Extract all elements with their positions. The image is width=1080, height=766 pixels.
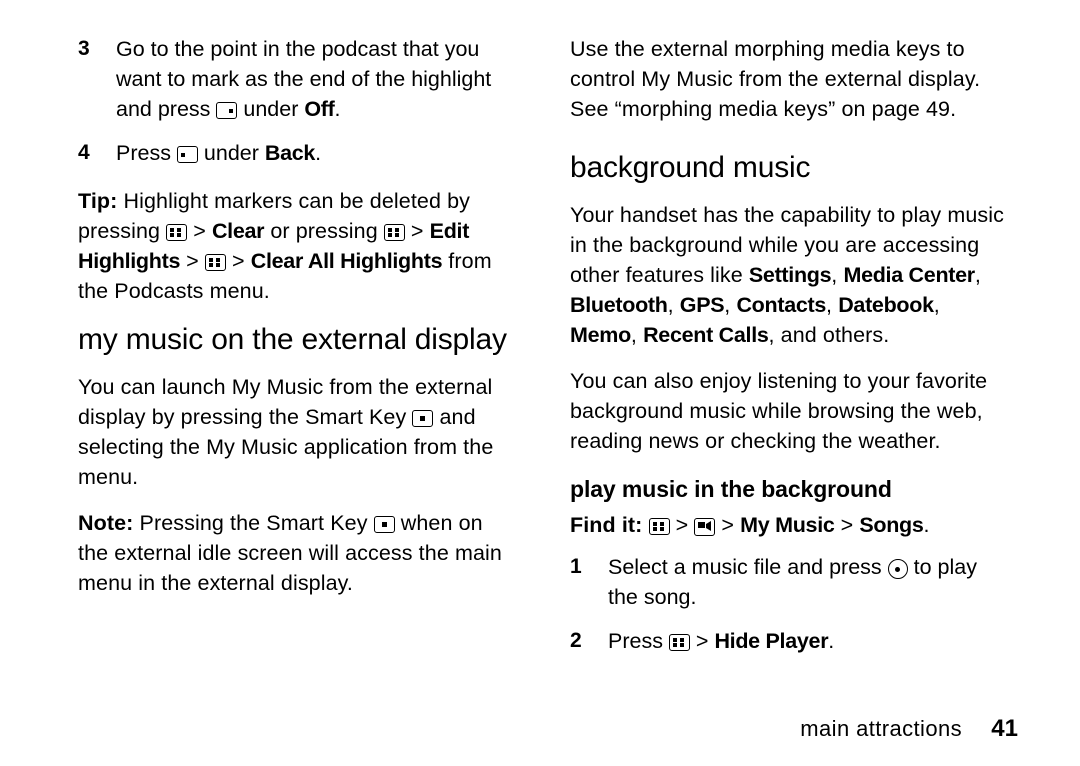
step-3-number: 3	[78, 37, 90, 60]
smart-key-icon	[412, 410, 434, 427]
step-4-number: 4	[78, 141, 90, 164]
feature-contacts: Contacts	[736, 293, 827, 317]
step-3-text-b: under	[237, 97, 305, 121]
tip-text-d: >	[404, 219, 430, 243]
heading-background-music: background music	[570, 151, 811, 184]
manual-page: 3 Go to the point in the podcast that yo…	[0, 0, 1080, 766]
page-footer: main attractions 41	[0, 710, 1080, 742]
feature-bluetooth: Bluetooth	[570, 293, 668, 317]
paragraph-external-morphing-keys: Use the external morphing media keys to …	[570, 37, 981, 121]
tip-text-f: >	[225, 249, 251, 273]
feature-settings: Settings	[748, 263, 832, 287]
menu-key-icon	[668, 634, 690, 651]
tip-bold-clear-all-highlights: Clear All Highlights	[250, 249, 443, 273]
left-column: 3 Go to the point in the podcast that yo…	[78, 34, 518, 614]
step-2-bold-hide-player: Hide Player	[714, 629, 829, 653]
step-3-bold-off: Off	[304, 97, 335, 121]
step-4-text-a: Press	[116, 141, 177, 165]
find-it-songs: Songs	[859, 513, 924, 537]
heading-my-music-external-display: my music on the external display	[78, 323, 507, 356]
media-center-icon	[694, 518, 716, 536]
tip-text-c: or pressing	[264, 219, 384, 243]
footer-page-number: 41	[991, 715, 1018, 742]
step-4: 4 Press under Back.	[78, 138, 518, 168]
paragraph-launch-my-music: You can launch My Music from the externa…	[78, 372, 518, 492]
step-2-text-a: Press	[608, 629, 669, 653]
subheading-play-music-in-background: play music in the background	[570, 476, 892, 502]
step-1: 1 Select a music file and press to play …	[570, 552, 1010, 612]
find-it-sep-3: >	[834, 513, 860, 537]
step-2: 2 Press > Hide Player.	[570, 626, 1010, 656]
paragraph-enjoy-listening: You can also enjoy listening to your fav…	[570, 369, 988, 453]
note-text-a: Pressing the Smart Key	[133, 511, 374, 535]
step-2-text-b: >	[689, 629, 715, 653]
feature-datebook: Datebook	[838, 293, 934, 317]
menu-key-icon	[166, 224, 188, 241]
navigation-key-icon	[887, 559, 908, 579]
step-3-text-c: .	[334, 97, 341, 121]
step-4-bold-back: Back	[264, 141, 316, 165]
note-paragraph: Note: Pressing the Smart Key when on the…	[78, 508, 518, 598]
tip-paragraph: Tip: Highlight markers can be deleted by…	[78, 186, 518, 306]
tip-lede: Tip:	[78, 189, 118, 213]
step-1-text-a: Select a music file and press	[608, 555, 888, 579]
paragraph-background-text-b: , and others.	[768, 323, 890, 347]
step-2-text-c: .	[828, 629, 835, 653]
note-lede: Note:	[78, 511, 134, 535]
right-column: Use the external morphing media keys to …	[570, 34, 1010, 670]
step-3: 3 Go to the point in the podcast that yo…	[78, 34, 518, 124]
find-it-sep-2: >	[715, 513, 741, 537]
step-1-number: 1	[570, 555, 582, 578]
step-4-text-b: under	[197, 141, 265, 165]
smart-key-icon	[373, 516, 395, 533]
left-soft-key-icon	[176, 146, 198, 163]
menu-key-icon	[204, 254, 226, 271]
right-soft-key-icon	[216, 102, 238, 119]
find-it-sep-1: >	[669, 513, 695, 537]
find-it-period: .	[923, 513, 930, 537]
paragraph-background-capability: Your handset has the capability to play …	[570, 203, 1004, 347]
footer-section-label: main attractions	[800, 716, 962, 741]
feature-memo: Memo	[570, 323, 631, 347]
menu-key-icon	[383, 224, 405, 241]
find-it-my-music: My Music	[740, 513, 835, 537]
feature-recent-calls: Recent Calls	[643, 323, 769, 347]
step-2-number: 2	[570, 629, 582, 652]
feature-media-center: Media Center	[843, 263, 975, 287]
find-it-line: Find it: > > My Music > Songs.	[570, 510, 1010, 540]
menu-key-icon	[648, 518, 670, 535]
step-4-text-c: .	[315, 141, 322, 165]
tip-text-b: >	[187, 219, 212, 243]
tip-bold-clear: Clear	[211, 219, 265, 243]
feature-gps: GPS	[679, 293, 725, 317]
find-it-lede: Find it:	[570, 513, 643, 537]
tip-text-e: >	[180, 249, 205, 273]
